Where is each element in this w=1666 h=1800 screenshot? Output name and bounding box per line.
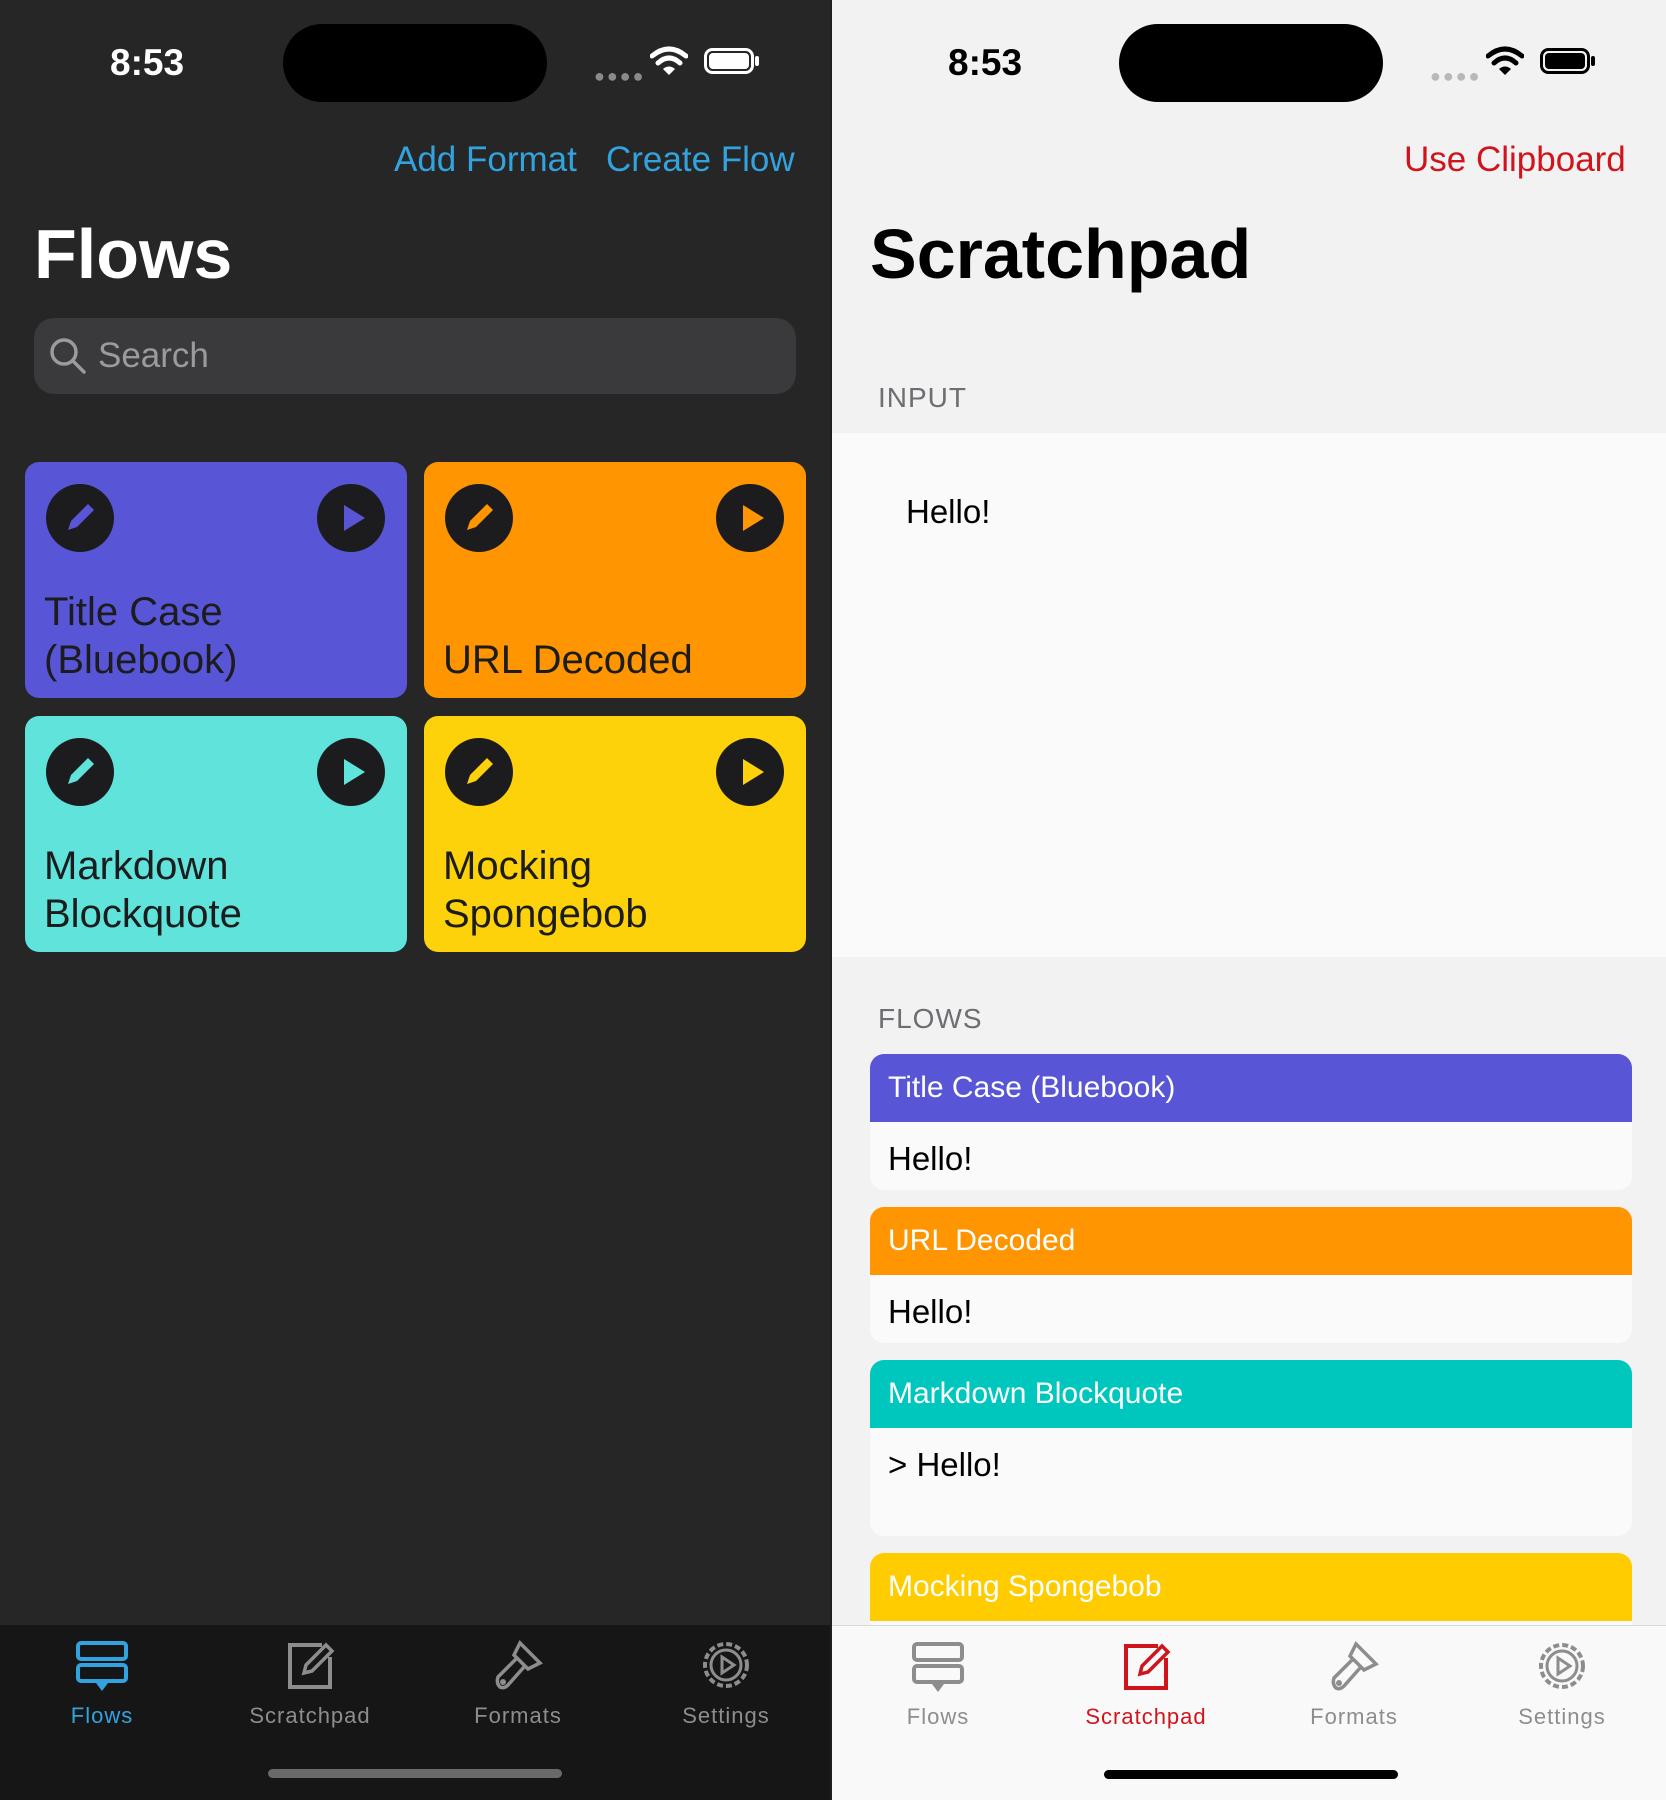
tab-label: Flows — [906, 1704, 970, 1729]
run-flow-button[interactable] — [317, 484, 385, 552]
status-time: 8:53 — [948, 42, 1023, 83]
create-flow-button[interactable]: Create Flow — [606, 140, 795, 180]
flow-card-title: Markdown Blockquote — [44, 842, 393, 938]
flow-card-url-decoded[interactable]: URL Decoded — [424, 462, 806, 698]
tab-scratchpad[interactable]: Scratchpad — [1046, 1626, 1246, 1746]
flow-card-markdown-blockquote[interactable]: Markdown Blockquote — [25, 716, 407, 952]
flow-card-title: URL Decoded — [443, 636, 792, 684]
dynamic-island — [1119, 24, 1383, 102]
flow-card-title-case[interactable]: Title Case (Bluebook) — [25, 462, 407, 698]
edit-flow-button[interactable] — [46, 738, 114, 806]
edit-flow-button[interactable] — [445, 484, 513, 552]
flow-title-line: Spongebob — [443, 892, 648, 936]
flow-card-title: Title Case (Bluebook) — [44, 588, 393, 684]
flow-result-card[interactable]: URL Decoded Hello! — [870, 1207, 1632, 1343]
input-text: Hello! — [906, 493, 991, 530]
scratchpad-icon — [1124, 1643, 1171, 1690]
tab-label: Scratchpad — [249, 1703, 371, 1728]
flow-card-mocking-spongebob[interactable]: Mocking Spongebob — [424, 716, 806, 952]
search-placeholder: Search — [98, 336, 209, 375]
flow-title-line: (Bluebook) — [44, 638, 238, 682]
settings-icon — [703, 1642, 749, 1688]
tab-bar: Flows Scratchpad Formats Settings — [0, 1625, 830, 1800]
pencil-icon — [467, 504, 493, 530]
play-icon — [344, 759, 365, 785]
battery-icon — [704, 48, 759, 74]
play-icon — [743, 505, 764, 531]
flow-result-header: Mocking Spongebob — [870, 1553, 1632, 1621]
pencil-icon — [68, 504, 94, 530]
tab-formats[interactable]: Formats — [418, 1625, 618, 1745]
tab-flows[interactable]: Flows — [838, 1626, 1038, 1746]
run-flow-button[interactable] — [716, 484, 784, 552]
flow-result-name: URL Decoded — [888, 1224, 1076, 1257]
tab-bar: Flows Scratchpad Formats Settings — [832, 1625, 1666, 1800]
tab-flows[interactable]: Flows — [2, 1625, 202, 1745]
flow-result-card[interactable]: Markdown Blockquote > Hello! — [870, 1360, 1632, 1536]
flow-result-output: > Hello! — [888, 1446, 1001, 1483]
tab-scratchpad[interactable]: Scratchpad — [210, 1625, 410, 1745]
tab-label: Formats — [1310, 1704, 1398, 1729]
flow-result-name: Markdown Blockquote — [888, 1377, 1184, 1410]
formats-icon — [495, 1640, 543, 1690]
flows-icon — [76, 1641, 128, 1691]
home-indicator — [1104, 1770, 1398, 1779]
cellular-signal-icon: ●●●● — [1430, 66, 1482, 86]
tab-label: Scratchpad — [1085, 1704, 1207, 1729]
flow-card-title: Mocking Spongebob — [443, 842, 792, 938]
wifi-icon — [1486, 46, 1524, 75]
flow-result-output: Hello! — [888, 1293, 973, 1330]
status-time: 8:53 — [110, 42, 185, 83]
play-icon — [743, 759, 764, 785]
battery-icon — [1540, 48, 1595, 74]
tab-settings[interactable]: Settings — [1462, 1626, 1662, 1746]
page-title: Scratchpad — [870, 215, 1252, 293]
use-clipboard-button[interactable]: Use Clipboard — [1404, 140, 1626, 180]
tab-formats[interactable]: Formats — [1254, 1626, 1454, 1746]
search-icon — [50, 338, 86, 374]
edit-flow-button[interactable] — [445, 738, 513, 806]
wifi-icon — [650, 46, 688, 75]
edit-flow-button[interactable] — [46, 484, 114, 552]
formats-icon — [1331, 1641, 1379, 1691]
flow-result-header: URL Decoded — [870, 1207, 1632, 1275]
home-indicator — [268, 1769, 562, 1778]
settings-icon — [1539, 1643, 1585, 1689]
flows-icon — [912, 1642, 964, 1692]
input-text-area[interactable]: Hello! — [832, 433, 1666, 957]
run-flow-button[interactable] — [716, 738, 784, 806]
scratchpad-screen: 8:53 ●●●● Use Clipboard Scratchpad INPUT… — [832, 0, 1666, 1800]
flow-title-line: URL Decoded — [443, 638, 693, 682]
flows-screen: 8:53 ●●●● Add Format Create Flow Flows S… — [0, 0, 830, 1800]
tab-label: Formats — [474, 1703, 562, 1728]
flow-result-name: Title Case (Bluebook) — [888, 1071, 1176, 1104]
flows-section-header: FLOWS — [878, 1003, 983, 1034]
flow-title-line: Blockquote — [44, 892, 242, 936]
flow-result-header: Title Case (Bluebook) — [870, 1054, 1632, 1122]
flow-result-name: Mocking Spongebob — [888, 1570, 1162, 1603]
flow-result-card[interactable]: Title Case (Bluebook) Hello! — [870, 1054, 1632, 1190]
tab-label: Settings — [682, 1703, 770, 1728]
dynamic-island — [283, 24, 547, 102]
flow-title-line: Mocking — [443, 844, 592, 888]
tab-label: Settings — [1518, 1704, 1606, 1729]
run-flow-button[interactable] — [317, 738, 385, 806]
flow-title-line: Markdown — [44, 844, 229, 888]
flow-result-header: Markdown Blockquote — [870, 1360, 1632, 1428]
tab-label: Flows — [70, 1703, 134, 1728]
pencil-icon — [467, 758, 493, 784]
cellular-signal-icon: ●●●● — [594, 66, 646, 86]
scratchpad-icon — [288, 1642, 335, 1689]
pencil-icon — [68, 758, 94, 784]
tab-settings[interactable]: Settings — [626, 1625, 826, 1745]
play-icon — [344, 505, 365, 531]
flow-result-output: Hello! — [888, 1140, 973, 1177]
input-section-header: INPUT — [878, 382, 967, 413]
search-field[interactable]: Search — [34, 318, 796, 394]
add-format-button[interactable]: Add Format — [394, 140, 577, 180]
page-title: Flows — [34, 215, 233, 293]
flow-title-line: Title Case — [44, 590, 223, 634]
